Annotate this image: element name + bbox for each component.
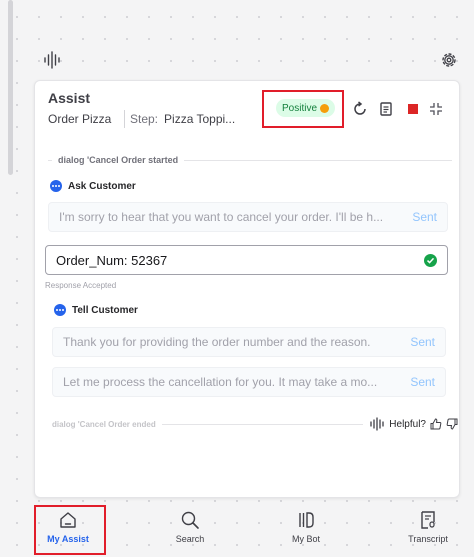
step-value: Pizza Toppi...: [164, 112, 236, 126]
nav-label: My Bot: [291, 534, 320, 544]
voice-wave-icon: [370, 417, 384, 431]
notes-icon[interactable]: [378, 101, 394, 117]
transcript-icon: [421, 511, 435, 529]
chat-bubble-icon: [54, 304, 66, 316]
dialog-end-divider: dialog 'Cancel Order ended Helpful?: [52, 417, 458, 431]
restart-icon[interactable]: [352, 101, 368, 117]
chat-bubble-icon: [50, 180, 62, 192]
nav-label: Transcript: [408, 534, 448, 544]
dialog-end-text: dialog 'Cancel Order ended: [52, 419, 156, 429]
search-icon: [181, 511, 199, 529]
collapse-icon[interactable]: [428, 101, 444, 117]
thumbs-down-icon[interactable]: [446, 418, 458, 430]
feedback-group: Helpful?: [369, 417, 458, 431]
sent-status: Sent: [412, 210, 437, 224]
smile-emoji-icon: [320, 103, 330, 113]
check-circle-icon: [424, 253, 437, 267]
nav-transcript[interactable]: Transcript: [400, 503, 456, 557]
dialog-start-text: dialog 'Cancel Order started: [58, 155, 179, 165]
step-indicator: Step: Pizza Toppi...: [130, 112, 235, 126]
tell-customer-header: Tell Customer: [54, 304, 138, 316]
dialog-start-divider: dialog 'Cancel Order started: [48, 155, 452, 165]
ask-customer-message[interactable]: I'm sorry to hear that you want to cance…: [48, 202, 448, 232]
helpful-label: Helpful?: [389, 418, 426, 430]
message-text: I'm sorry to hear that you want to cance…: [59, 210, 384, 224]
panel-title: Assist: [48, 90, 91, 106]
header-divider: [124, 110, 125, 128]
order-number-field[interactable]: Order_Num: 52367: [45, 245, 448, 275]
sentiment-label: Positive: [282, 102, 318, 114]
thumbs-up-icon[interactable]: [430, 418, 442, 430]
scrollbar[interactable]: [8, 0, 13, 175]
tell-customer-message[interactable]: Thank you for providing the order number…: [52, 327, 446, 357]
ask-customer-header: Ask Customer: [50, 180, 136, 192]
sent-status: Sent: [410, 335, 435, 349]
entity-value: Order_Num: 52367: [56, 252, 168, 268]
sent-status: Sent: [410, 375, 435, 389]
nav-search[interactable]: Search: [162, 503, 218, 557]
response-status: Response Accepted: [45, 281, 117, 290]
action-type-label: Ask Customer: [68, 180, 136, 192]
message-text: Thank you for providing the order number…: [63, 335, 371, 349]
voice-wave-icon: [44, 51, 60, 69]
sentiment-badge: Positive: [276, 99, 336, 117]
library-icon: [299, 512, 314, 528]
action-type-label: Tell Customer: [72, 304, 138, 316]
nav-label: Search: [175, 534, 205, 544]
nav-my-bot[interactable]: My Bot: [278, 503, 334, 557]
intent-label: Order Pizza: [48, 112, 112, 126]
tell-customer-message[interactable]: Let me process the cancellation for you.…: [52, 367, 446, 397]
message-text: Let me process the cancellation for you.…: [63, 375, 378, 389]
step-label: Step:: [130, 112, 159, 126]
stop-icon[interactable]: [408, 104, 418, 114]
gear-icon[interactable]: [440, 51, 458, 69]
nav-highlight-box: [34, 505, 106, 555]
